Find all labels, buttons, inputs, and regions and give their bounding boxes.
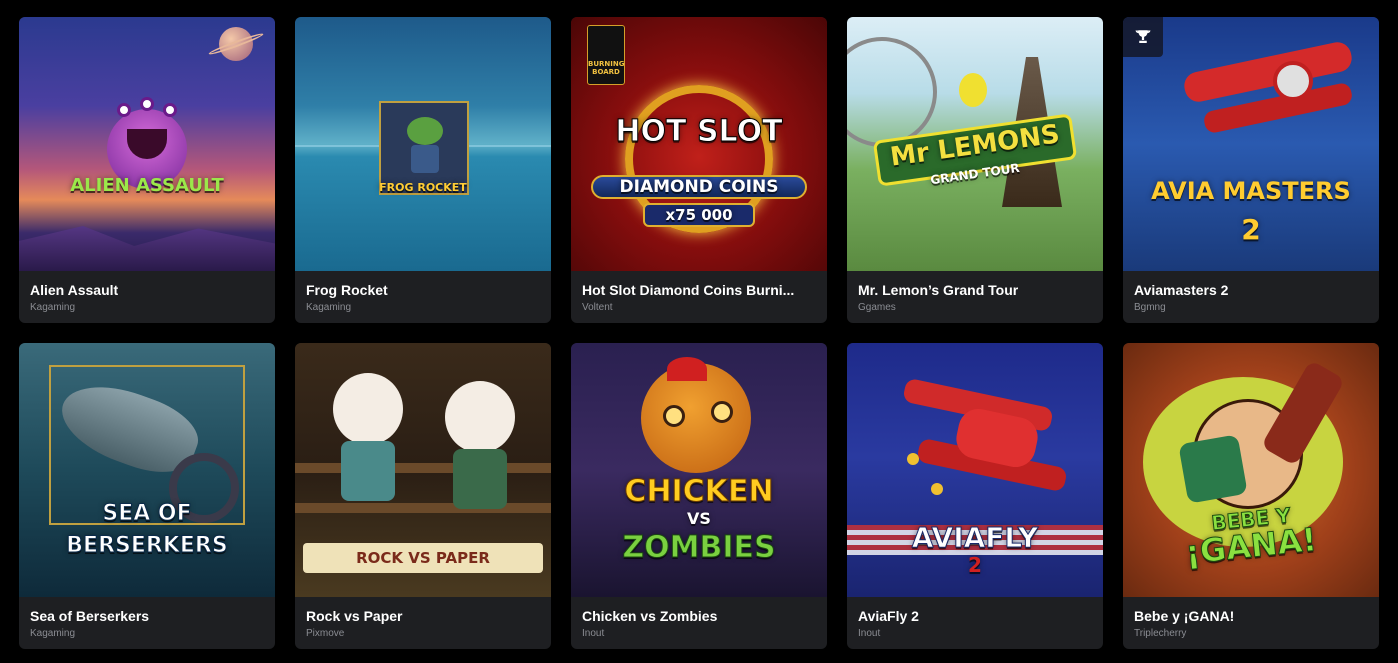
game-art-title: CHICKEN [624,474,774,509]
game-title: Bebe y ¡GANA! [1134,608,1235,624]
burning-board-logo: BURNING BOARD [587,25,625,85]
game-card-alien-assault[interactable]: ALIEN ASSAULT Alien Assault Kagaming [19,17,275,323]
game-art-title: FROG ROCKET [379,181,467,194]
game-card-chicken-vs-zombies[interactable]: CHICKEN VS ZOMBIES Chicken vs Zombies In… [571,343,827,649]
trophy-icon [1135,30,1151,43]
game-provider: Voltent [582,302,613,313]
game-card-frog-rocket[interactable]: FROG ROCKET Frog Rocket Kagaming [295,17,551,323]
game-title: Chicken vs Zombies [582,608,718,624]
game-title: Aviamasters 2 [1134,282,1229,298]
game-thumbnail[interactable]: ROCK VS PAPER [295,343,551,597]
game-grid: ALIEN ASSAULT Alien Assault Kagaming FRO… [19,17,1379,649]
game-provider: Ggames [858,302,896,313]
game-title: Alien Assault [30,282,119,298]
game-art-subtitle: BERSERKERS [66,533,228,558]
game-thumbnail[interactable]: SEA OF BERSERKERS [19,343,275,597]
game-title: Frog Rocket [306,282,388,298]
game-art-number: 2 [1241,213,1261,246]
game-provider: Kagaming [30,628,76,639]
game-card-mr-lemons-grand-tour[interactable]: Mr LEMONS GRAND TOUR Mr. Lemon’s Grand T… [847,17,1103,323]
game-provider: Bgmng [1134,302,1166,313]
game-thumbnail[interactable]: AVIA MASTERS 2 [1123,17,1379,271]
game-art-subtitle: ZOMBIES [622,530,776,565]
game-thumbnail[interactable]: FROG ROCKET [295,17,551,271]
trophy-badge[interactable] [1123,17,1163,57]
game-title: Sea of Berserkers [30,608,150,624]
game-art-title: SEA OF [102,501,192,526]
game-provider: Inout [582,628,605,639]
game-thumbnail[interactable]: BEBE Y ¡GANA! [1123,343,1379,597]
game-provider: Kagaming [30,302,76,313]
game-card-aviamasters-2[interactable]: AVIA MASTERS 2 Aviamasters 2 Bgmng [1123,17,1379,323]
game-art-title: ROCK VS PAPER [356,549,490,567]
game-thumbnail[interactable]: CHICKEN VS ZOMBIES [571,343,827,597]
game-card-sea-of-berserkers[interactable]: SEA OF BERSERKERS Sea of Berserkers Kaga… [19,343,275,649]
game-art-subtitle: DIAMOND COINS [619,177,779,197]
game-provider: Pixmove [306,628,345,639]
game-provider: Triplecherry [1134,628,1187,639]
game-art-vs: VS [687,509,711,528]
game-title: Rock vs Paper [306,608,403,624]
game-thumbnail[interactable]: AVIAFLY 2 [847,343,1103,597]
game-provider: Inout [858,628,881,639]
game-title: Mr. Lemon’s Grand Tour [858,282,1019,298]
game-card-rock-vs-paper[interactable]: ROCK VS PAPER Rock vs Paper Pixmove [295,343,551,649]
game-title: AviaFly 2 [858,608,919,624]
game-art-multiplier: x75 000 [665,206,733,224]
game-card-bebe-y-gana[interactable]: BEBE Y ¡GANA! Bebe y ¡GANA! Triplecherry [1123,343,1379,649]
game-art-title: HOT SLOT [615,114,783,149]
game-title: Hot Slot Diamond Coins Burni... [582,282,795,298]
game-card-aviafly-2[interactable]: AVIAFLY 2 AviaFly 2 Inout [847,343,1103,649]
game-art-title: AVIAFLY [911,521,1039,554]
game-card-hot-slot-diamond-coins[interactable]: BURNING BOARD HOT SLOT DIAMOND COINS x75… [571,17,827,323]
game-thumbnail[interactable]: Mr LEMONS GRAND TOUR [847,17,1103,271]
game-thumbnail[interactable]: ALIEN ASSAULT [19,17,275,271]
game-art-number: 2 [968,553,982,577]
game-thumbnail[interactable]: BURNING BOARD HOT SLOT DIAMOND COINS x75… [571,17,827,271]
game-art-title: AVIA MASTERS [1151,177,1351,205]
game-art-title: ALIEN ASSAULT [70,175,224,196]
game-provider: Kagaming [306,302,352,313]
